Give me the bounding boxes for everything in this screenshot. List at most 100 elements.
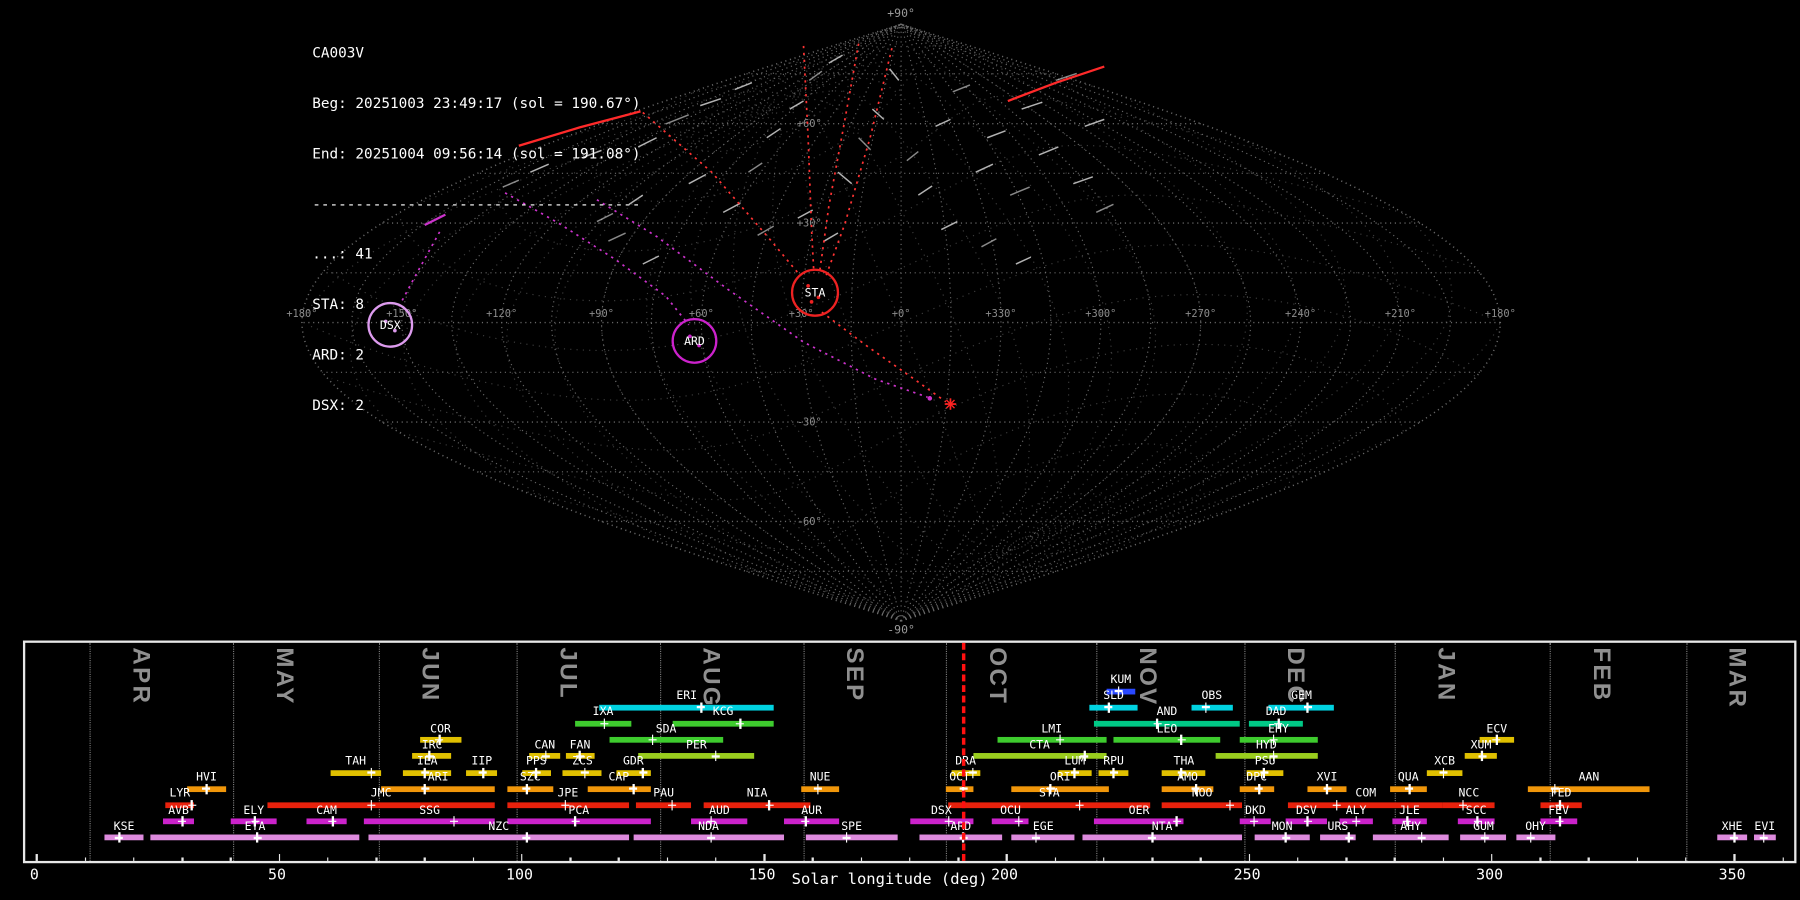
axis-tick-label: 200 <box>991 866 1019 884</box>
shower-label: ALY <box>1345 804 1367 817</box>
shower-label: URS <box>1327 820 1349 834</box>
meteor-trail <box>1021 101 1043 110</box>
shower-label: PPS <box>525 755 547 768</box>
count-ard: ARD: 2 <box>312 345 365 363</box>
meteor-trail <box>734 81 753 91</box>
axis-tick <box>1200 857 1202 861</box>
axis-tick <box>617 857 620 861</box>
lon-label: +30° <box>789 308 814 320</box>
peak-marker <box>629 787 638 790</box>
month-label: MAY <box>271 647 298 706</box>
peak-marker <box>1281 836 1290 839</box>
axis-tick <box>1636 857 1639 861</box>
peak-marker <box>842 836 851 839</box>
shower-label: AVB <box>168 804 189 817</box>
shower-label: NOO <box>1191 787 1213 801</box>
shower-label: JLE <box>1399 804 1420 817</box>
shower-label: IIP <box>471 755 493 768</box>
peak-marker <box>571 820 580 823</box>
month-label: JAN <box>1432 647 1460 703</box>
shower-bar-ahy <box>1373 834 1449 841</box>
shower-label: EVI <box>1754 820 1776 834</box>
shower-label: OHY <box>1525 820 1546 834</box>
shower-label: XVI <box>1316 771 1338 785</box>
axis-tick-label: 0 <box>29 866 39 884</box>
axis-tick <box>1151 857 1154 861</box>
shower-label: STA <box>1038 787 1060 801</box>
shower-label: KCG <box>712 706 734 720</box>
activity-chart: APR MAY JUN JUL AUG SEP OCT NOV DEC JAN FEB MAR KUM E… <box>0 640 1800 900</box>
peak-marker <box>1759 836 1768 839</box>
month-label: OCT <box>984 647 1011 706</box>
meteor-trail <box>975 163 994 173</box>
peak-marker <box>449 820 458 823</box>
shower-bar-nzc <box>368 834 629 841</box>
shower-label: CAM <box>316 804 337 817</box>
meteor-trail <box>1015 256 1032 265</box>
peak-marker <box>1148 836 1157 839</box>
shower-label: IEA <box>416 755 438 768</box>
axis-tick-label: 50 <box>267 866 286 884</box>
month-label: SEP <box>841 647 868 703</box>
axis-tick <box>84 857 87 861</box>
axis-tick <box>1685 857 1687 861</box>
peak-marker <box>1075 804 1084 807</box>
lon-label: +270° <box>1185 308 1216 320</box>
axis-tick <box>229 857 232 861</box>
shower-label: SLD <box>1103 690 1124 703</box>
axis-tick <box>326 857 329 861</box>
shower-label: DSV <box>1296 804 1317 817</box>
axis-tick <box>1588 857 1590 861</box>
month-gridline <box>1244 642 1246 861</box>
peak-marker <box>367 771 376 774</box>
meteor-trail <box>1095 203 1114 214</box>
shower-bar-spe <box>805 834 898 841</box>
peak-marker <box>1417 836 1426 839</box>
shower-label: DKD <box>1245 804 1266 817</box>
axis-tick <box>1103 857 1105 861</box>
month-gridline <box>660 642 662 861</box>
lon-label: +330° <box>985 308 1016 320</box>
axis-tick <box>908 857 911 861</box>
shower-label: ELY <box>243 804 265 817</box>
peak-marker <box>580 771 589 774</box>
peak-marker <box>706 836 715 839</box>
peak-marker <box>367 804 376 807</box>
shower-label: JMC <box>370 787 392 801</box>
meteor-trail <box>748 162 763 173</box>
meteor-trail <box>889 68 900 81</box>
shower-track <box>821 311 947 403</box>
shower-label: GEM <box>1291 690 1312 703</box>
shower-label: SDA <box>655 722 677 736</box>
count-dsx: DSX: 2 <box>312 395 365 413</box>
shower-label: PCA <box>568 804 590 817</box>
peak-marker <box>813 787 822 790</box>
axis-tick-label: 150 <box>748 866 776 884</box>
track-markers <box>927 396 957 410</box>
lat-label: -30° <box>797 416 822 428</box>
axis-tick <box>1442 857 1445 861</box>
axis-tick <box>472 857 475 861</box>
shower-label: ARI <box>427 771 449 785</box>
axis-tick <box>1539 857 1542 861</box>
shower-label: ORI <box>1049 771 1071 785</box>
peak-marker <box>420 787 429 790</box>
shower-label: KSE <box>113 820 135 834</box>
shower-label: TAH <box>345 755 367 768</box>
lon-label: +210° <box>1385 308 1416 320</box>
shower-label: SCC <box>1465 804 1487 817</box>
shower-bar-ohy <box>1516 834 1555 841</box>
meteor-trail <box>722 202 741 214</box>
shower-label: OER <box>1128 804 1150 817</box>
meteor-trail <box>642 255 660 265</box>
peak-marker <box>1201 706 1210 709</box>
track-dot <box>927 396 933 401</box>
axis-tick <box>569 857 572 861</box>
month-gridline <box>1685 642 1688 861</box>
peak-marker <box>1478 755 1487 758</box>
meteor-trail <box>935 118 951 127</box>
shower-label: FED <box>1550 787 1572 801</box>
count-sporadic: ...: 41 <box>312 244 373 263</box>
peak-marker <box>600 722 609 725</box>
month-label: JUN <box>416 647 443 703</box>
